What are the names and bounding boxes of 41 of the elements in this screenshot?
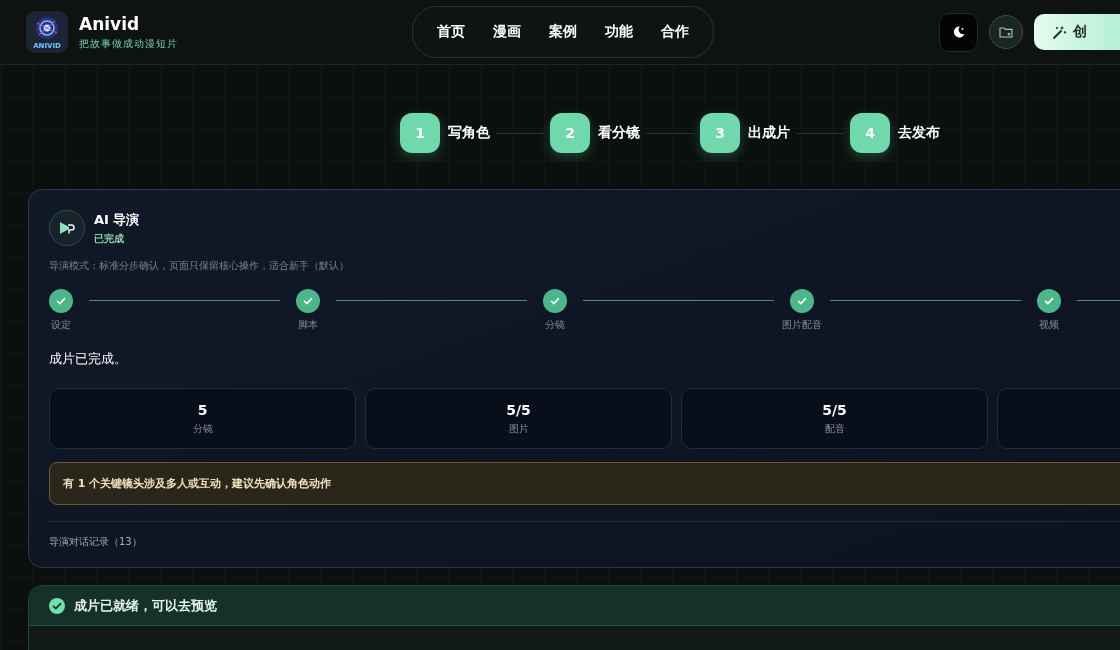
step-label: 设定 <box>51 318 71 332</box>
step-label: 写角色 <box>448 124 490 142</box>
stat-label: 配音 <box>824 421 845 436</box>
magic-wand-icon <box>1052 24 1067 40</box>
step-label: 图片配音 <box>782 318 822 332</box>
step-number: 2 <box>550 113 590 153</box>
folder-star-icon <box>999 26 1013 38</box>
create-button[interactable]: 创 <box>1034 14 1120 50</box>
step-label: 脚本 <box>298 318 318 332</box>
nav-link[interactable]: 漫画 <box>481 13 533 51</box>
brand-tagline: 把故事做成动漫短片 <box>79 36 178 51</box>
step-number: 1 <box>400 113 440 153</box>
nav-link[interactable]: 案例 <box>537 13 589 51</box>
step-number: 3 <box>700 113 740 153</box>
folder-button[interactable] <box>989 15 1023 49</box>
stat-value: 5 <box>197 401 208 418</box>
theme-toggle-button[interactable] <box>939 12 978 52</box>
step-label: 分镜 <box>545 318 565 332</box>
megaphone-icon <box>49 210 85 246</box>
status-text: 已完成 <box>94 231 125 246</box>
stat-value: 5/5 <box>822 401 847 418</box>
status-message: 成片已完成。 <box>49 350 128 368</box>
stat-label: 图片 <box>508 421 529 436</box>
nav-link[interactable]: 功能 <box>593 13 645 51</box>
stat-value: 5/5 <box>506 401 531 418</box>
step-number: 4 <box>850 113 890 153</box>
stat-label: 分镜 <box>192 421 213 436</box>
nav-link[interactable]: 合作 <box>649 13 701 51</box>
brand-name: Anivid <box>79 13 141 34</box>
check-circle-icon <box>49 597 65 614</box>
ready-title: 成片已就绪，可以去预览 <box>74 596 217 615</box>
step-label: 去发布 <box>898 124 940 142</box>
warning-banner: 有 1 个关键镜头涉及多人或互动，建议先确认角色动作 <box>49 462 1120 505</box>
nav-link[interactable]: 首页 <box>425 13 477 51</box>
step-label: 看分镜 <box>598 124 640 142</box>
step-label: 出成片 <box>748 124 790 142</box>
history-link[interactable]: 导演对话记录（13） <box>49 535 1120 549</box>
card-title: AI 导演 <box>94 210 140 229</box>
mode-description: 导演模式：标准分步确认，页面只保留核心操作，适合新手（默认） <box>49 259 350 273</box>
moon-icon <box>951 25 966 39</box>
step-label: 视频 <box>1039 318 1059 332</box>
